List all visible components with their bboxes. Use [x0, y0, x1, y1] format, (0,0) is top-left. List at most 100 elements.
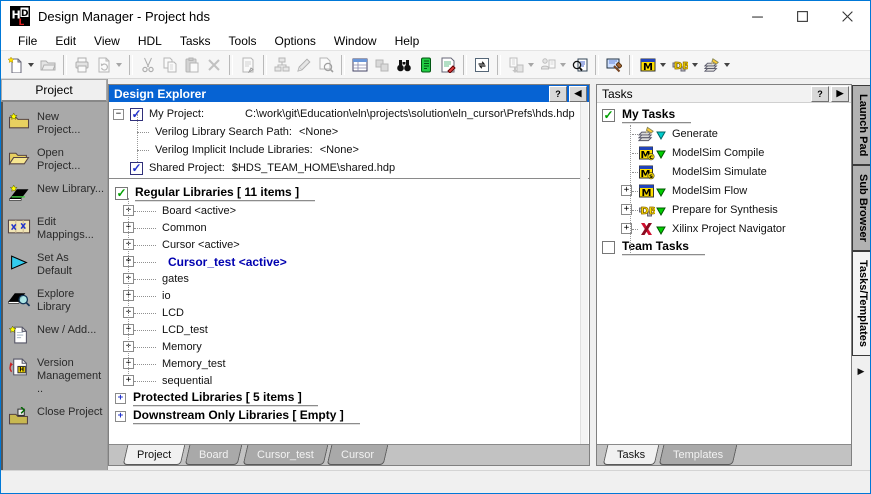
menu-tasks[interactable]: Tasks: [171, 32, 220, 50]
task-row[interactable]: McModelSim Compile: [597, 143, 851, 162]
side-tab-launch-pad[interactable]: Launch Pad: [852, 85, 870, 165]
sidebar-item-edit-mappings[interactable]: Edit Mappings...: [7, 216, 105, 242]
sidebar-header-tab[interactable]: Project: [1, 79, 107, 102]
expand-plus-box[interactable]: +: [115, 411, 126, 422]
side-tab-tasks-templates[interactable]: Tasks/Templates: [852, 251, 870, 356]
explorer-tab-board[interactable]: Board: [185, 445, 243, 465]
library-row[interactable]: +LCD_test: [109, 321, 589, 338]
help-button[interactable]: ?: [811, 86, 829, 102]
library-row[interactable]: +Memory_test: [109, 355, 589, 372]
tree-section-regular[interactable]: ✓Regular Libraries [ 11 items ]: [109, 184, 589, 202]
menu-edit[interactable]: Edit: [46, 32, 85, 50]
components-button[interactable]: [371, 55, 393, 75]
synthesis-db-button[interactable]: DB: [669, 55, 701, 75]
find-in-design-button[interactable]: [569, 55, 591, 75]
maximize-button[interactable]: [780, 1, 825, 31]
task-row[interactable]: +DBPrepare for Synthesis: [597, 200, 851, 219]
library-row[interactable]: +gates: [109, 270, 589, 287]
preview-button[interactable]: [315, 55, 337, 75]
sidebar-item-open-project[interactable]: Open Project...: [7, 147, 105, 173]
library-row[interactable]: +io: [109, 287, 589, 304]
expand-plus-box[interactable]: +: [115, 393, 126, 404]
team-copy-button[interactable]: [537, 55, 569, 75]
task-section-my-tasks[interactable]: ✓My Tasks: [597, 106, 851, 124]
library-row[interactable]: +sequential: [109, 372, 589, 389]
tree-item-row[interactable]: ✓Shared Project:$HDS_TEAM_HOME\shared.hd…: [109, 159, 589, 177]
menu-hdl[interactable]: HDL: [129, 32, 171, 50]
library-row[interactable]: +Cursor <active>: [109, 236, 589, 253]
library-row[interactable]: +Cursor_test <active>: [109, 253, 589, 270]
dropdown-arrow-icon[interactable]: [660, 63, 666, 67]
expand-right-button[interactable]: ▶: [831, 86, 849, 102]
collapse-minus-box[interactable]: −: [113, 109, 124, 120]
panel-expand-arrow[interactable]: ▶: [852, 366, 870, 377]
checkbox-checked[interactable]: ✓: [602, 109, 615, 122]
refresh-button[interactable]: [471, 55, 493, 75]
expand-plus-box[interactable]: +: [123, 375, 134, 386]
modelsim-button[interactable]: M: [637, 55, 669, 75]
tasks-tab-templates[interactable]: Templates: [659, 445, 738, 465]
sidebar-item-new-library[interactable]: New Library...: [7, 183, 105, 206]
properties-button[interactable]: [237, 55, 259, 75]
side-tab-sub-browser[interactable]: Sub Browser: [852, 165, 870, 251]
sidebar-item-explore-library[interactable]: Explore Library: [7, 288, 105, 314]
dropdown-arrow-icon[interactable]: [560, 63, 566, 67]
menu-options[interactable]: Options: [266, 32, 325, 50]
dropdown-arrow-icon[interactable]: [692, 63, 698, 67]
sidebar-item-new-project[interactable]: New Project...: [7, 111, 105, 137]
library-row[interactable]: +Board <active>: [109, 202, 589, 219]
menu-view[interactable]: View: [85, 32, 129, 50]
task-row[interactable]: Generate: [597, 124, 851, 143]
checkbox-unchecked[interactable]: [602, 241, 615, 254]
task-section-team-tasks[interactable]: Team Tasks: [597, 238, 851, 256]
task-row[interactable]: MsModelSim Simulate: [597, 162, 851, 181]
sidebar-item-version-management[interactable]: HVersion Management ..: [7, 357, 105, 396]
hdl-file-button[interactable]: [415, 55, 437, 75]
menu-window[interactable]: Window: [325, 32, 386, 50]
tree-item-row[interactable]: Verilog Implicit Include Libraries:<None…: [109, 141, 589, 159]
downstream-copy-button[interactable]: [505, 55, 537, 75]
paste-button[interactable]: [181, 55, 203, 75]
details-view-button[interactable]: [349, 55, 371, 75]
explorer-scrollbar[interactable]: [580, 102, 588, 444]
explorer-tab-cursor_test[interactable]: Cursor_test: [242, 445, 327, 465]
dropdown-arrow-icon[interactable]: [28, 63, 34, 67]
menu-help[interactable]: Help: [386, 32, 429, 50]
tree-section-protected[interactable]: +Protected Libraries [ 5 items ]: [109, 389, 589, 407]
tree-section-downstream[interactable]: +Downstream Only Libraries [ Empty ]: [109, 407, 589, 425]
help-button[interactable]: ?: [549, 86, 567, 102]
design-hierarchy-button[interactable]: [271, 55, 293, 75]
design-tool-button[interactable]: [603, 55, 625, 75]
open-project-button[interactable]: [37, 55, 59, 75]
dropdown-arrow-icon[interactable]: [724, 63, 730, 67]
tasks-tab-tasks[interactable]: Tasks: [603, 445, 660, 465]
copy-button[interactable]: [159, 55, 181, 75]
library-row[interactable]: +Common: [109, 219, 589, 236]
checkbox-checked[interactable]: ✓: [130, 162, 143, 175]
tree-item-row[interactable]: Verilog Library Search Path:<None>: [109, 123, 589, 141]
delete-button[interactable]: [203, 55, 225, 75]
new-document-button[interactable]: [5, 55, 37, 75]
edit-file-button[interactable]: [437, 55, 459, 75]
task-row[interactable]: +MModelSim Flow: [597, 181, 851, 200]
minimize-button[interactable]: [735, 1, 780, 31]
explorer-tab-project[interactable]: Project: [123, 445, 186, 465]
library-row[interactable]: +Memory: [109, 338, 589, 355]
find-button[interactable]: [393, 55, 415, 75]
explorer-tab-cursor[interactable]: Cursor: [327, 445, 389, 465]
sidebar-item-close-project[interactable]: Close Project: [7, 406, 105, 429]
sidebar-item-new-add[interactable]: New / Add...: [7, 324, 105, 347]
generate-tasks-button[interactable]: [701, 55, 733, 75]
task-row[interactable]: +Xilinx Project Navigator: [597, 219, 851, 238]
sidebar-item-set-as-default[interactable]: Set As Default: [7, 252, 105, 278]
generate-view-button[interactable]: [93, 55, 125, 75]
menu-file[interactable]: File: [9, 32, 46, 50]
menu-tools[interactable]: Tools: [220, 32, 266, 50]
dropdown-arrow-icon[interactable]: [116, 63, 122, 67]
dropdown-arrow-icon[interactable]: [528, 63, 534, 67]
cut-button[interactable]: [137, 55, 159, 75]
close-button[interactable]: [825, 1, 870, 31]
collapse-left-button[interactable]: ◀: [569, 86, 587, 102]
tree-item-row[interactable]: −✓My Project:C:\work\git\Education\eln\p…: [109, 105, 589, 123]
print-button[interactable]: [71, 55, 93, 75]
